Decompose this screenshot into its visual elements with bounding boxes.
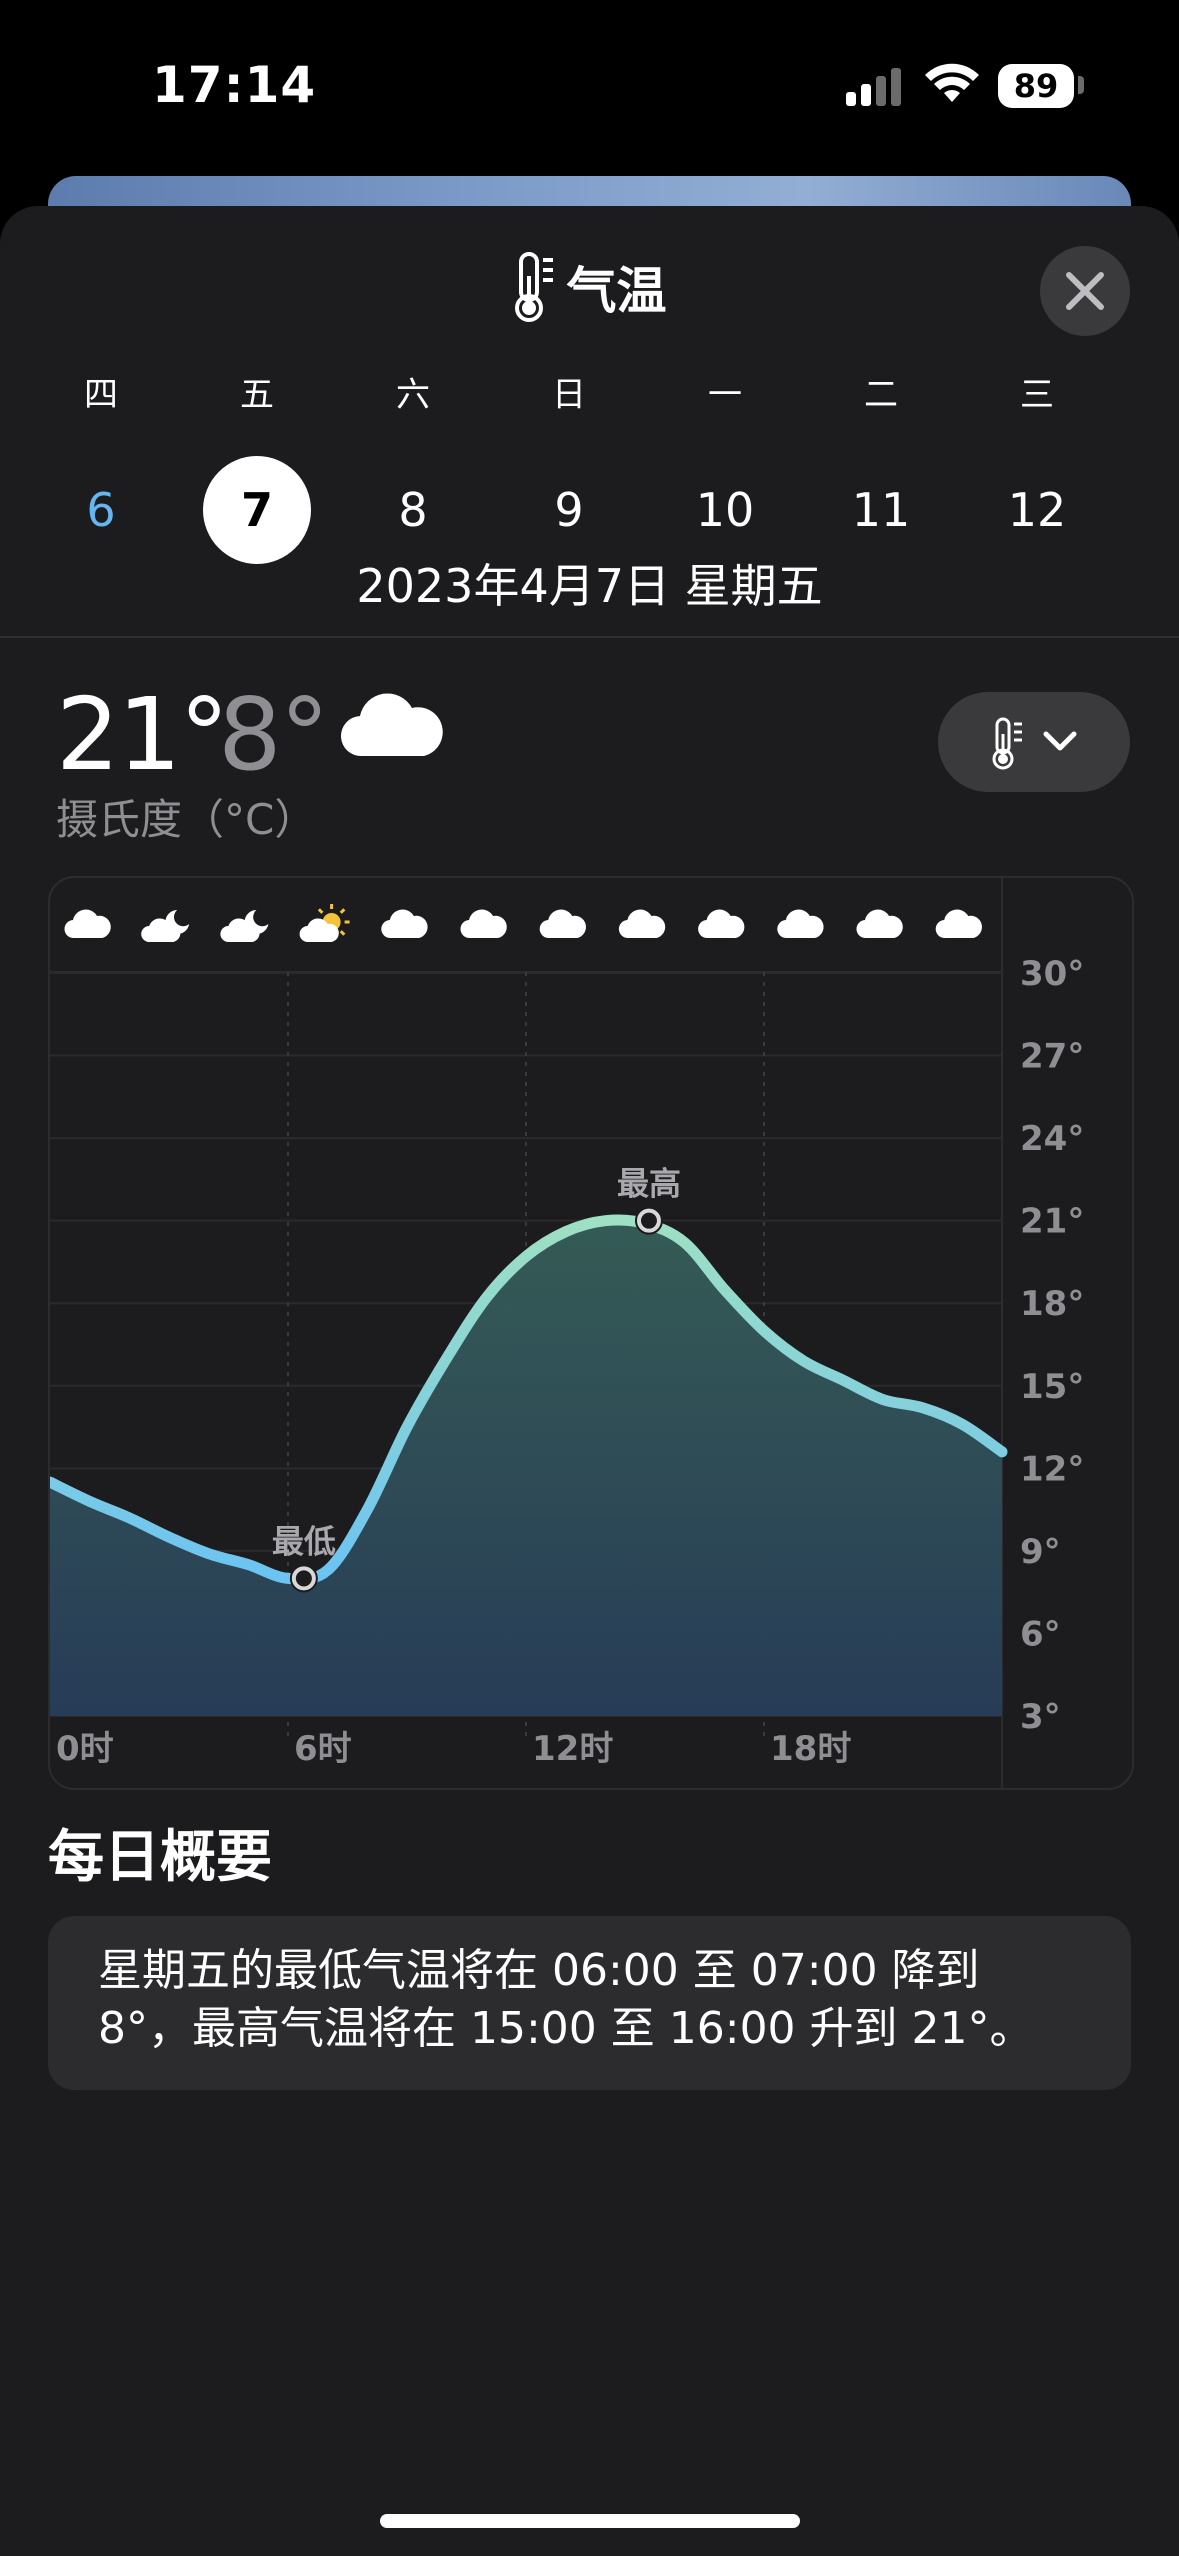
day-number: 7 <box>203 456 311 564</box>
battery-indicator: 89 <box>998 64 1074 108</box>
day-6[interactable]: 四 6 <box>46 370 156 564</box>
weekday-label: 一 <box>708 375 742 415</box>
extreme-point-label: 最高 <box>617 1165 681 1203</box>
high-temperature: 21° <box>56 676 229 793</box>
cloud-icon <box>460 909 507 939</box>
x-tick-label: 18时 <box>770 1729 851 1769</box>
x-tick-label: 6时 <box>294 1729 352 1769</box>
cellular-signal-icon <box>846 66 906 106</box>
y-tick-label: 27° <box>1020 1037 1084 1077</box>
y-tick-label: 12° <box>1020 1449 1084 1489</box>
y-tick-label: 21° <box>1020 1202 1084 1242</box>
week-selector: 四 6 五 7 六 8 日 9 一 10 二 11 三 12 <box>0 370 1179 564</box>
y-tick-label: 9° <box>1020 1532 1061 1572</box>
chevron-down-icon <box>1043 731 1077 751</box>
divider <box>0 636 1179 638</box>
y-tick-label: 30° <box>1020 954 1084 994</box>
temperature-chart: 30° 27° 24° 21° 18° 15° 12° 9° 6° 3° 0时 6时 12时 18时 最低 最… <box>48 876 1134 1790</box>
cloud-icon <box>381 909 428 939</box>
selected-date: 2023年4月7日 星期五 <box>356 559 823 613</box>
day-number: 8 <box>398 483 428 537</box>
weekday-label: 六 <box>396 375 430 415</box>
weekday-label: 三 <box>1020 375 1054 415</box>
status-time: 17:14 <box>152 56 317 114</box>
wifi-icon <box>925 63 979 102</box>
cloud-icon <box>539 909 586 939</box>
weekday-label: 日 <box>552 375 586 415</box>
daily-summary-title: 每日概要 <box>48 1825 272 1890</box>
day-number: 10 <box>695 483 755 537</box>
day-7[interactable]: 五 7 <box>202 370 312 564</box>
cloud-icon <box>935 909 982 939</box>
sheet-title: 气温 <box>0 250 1179 336</box>
battery-tip <box>1078 76 1084 94</box>
day-number: 12 <box>1007 483 1067 537</box>
y-tick-label: 3° <box>1020 1697 1061 1737</box>
temperature-chart-svg: 30° 27° 24° 21° 18° 15° 12° 9° 6° 3° 0时 6时 12时 18时 最低 最… <box>50 878 1084 1788</box>
status-bar: 17:14 89 <box>0 0 1179 170</box>
day-9[interactable]: 日 9 <box>514 370 624 564</box>
weekday-label: 二 <box>864 375 898 415</box>
cloud-icon <box>777 909 824 939</box>
x-tick-label: 12时 <box>532 1729 613 1769</box>
thermometer-icon <box>514 252 553 322</box>
close-icon <box>1066 272 1104 310</box>
daily-summary-card: 星期五的最低气温将在 06:00 至 07:00 降到 8°，最高气温将在 15… <box>48 1916 1131 2090</box>
x-tick-label: 0时 <box>56 1729 114 1769</box>
cloud-moon-icon <box>220 910 269 942</box>
cloud-sun-icon <box>299 904 350 942</box>
cloud-icon <box>64 909 111 939</box>
y-tick-label: 15° <box>1020 1367 1084 1407</box>
thermometer-icon <box>992 717 1022 770</box>
day-8[interactable]: 六 8 <box>358 370 468 564</box>
y-tick-label: 6° <box>1020 1614 1061 1654</box>
cloud-icon <box>340 693 443 757</box>
low-temperature: 8° <box>218 676 330 793</box>
sheet-title-text: 气温 <box>566 262 667 320</box>
weekday-label: 五 <box>240 375 274 415</box>
daily-summary-text: 星期五的最低气温将在 06:00 至 07:00 降到 8°，最高气温将在 15… <box>98 1942 1088 2058</box>
day-number: 11 <box>851 483 911 537</box>
weekday-label: 四 <box>84 375 118 415</box>
summary-line-1: 星期五的最低气温将在 06:00 至 07:00 降到 <box>98 1945 980 1996</box>
home-indicator[interactable] <box>380 2514 800 2528</box>
temperature-area <box>50 1206 1008 1716</box>
cloud-moon-icon <box>141 910 190 942</box>
day-12[interactable]: 三 12 <box>982 370 1092 564</box>
cloud-icon <box>698 909 745 939</box>
unit-label: 摄氏度（°C） <box>56 795 317 844</box>
hourly-condition-icons <box>64 904 982 942</box>
day-number: 6 <box>86 483 116 537</box>
cloud-icon <box>618 909 666 939</box>
summary-line-2: 8°，最高气温将在 15:00 至 16:00 升到 21°。 <box>98 2003 1034 2054</box>
day-number: 9 <box>554 483 584 537</box>
metric-selector-button[interactable] <box>938 692 1130 792</box>
close-button[interactable] <box>1040 246 1130 336</box>
y-tick-label: 24° <box>1020 1119 1084 1159</box>
day-11[interactable]: 二 11 <box>826 370 936 564</box>
y-tick-label: 18° <box>1020 1284 1084 1324</box>
extreme-point-label: 最低 <box>272 1522 336 1560</box>
day-10[interactable]: 一 10 <box>670 370 780 564</box>
cloud-icon <box>856 909 903 939</box>
